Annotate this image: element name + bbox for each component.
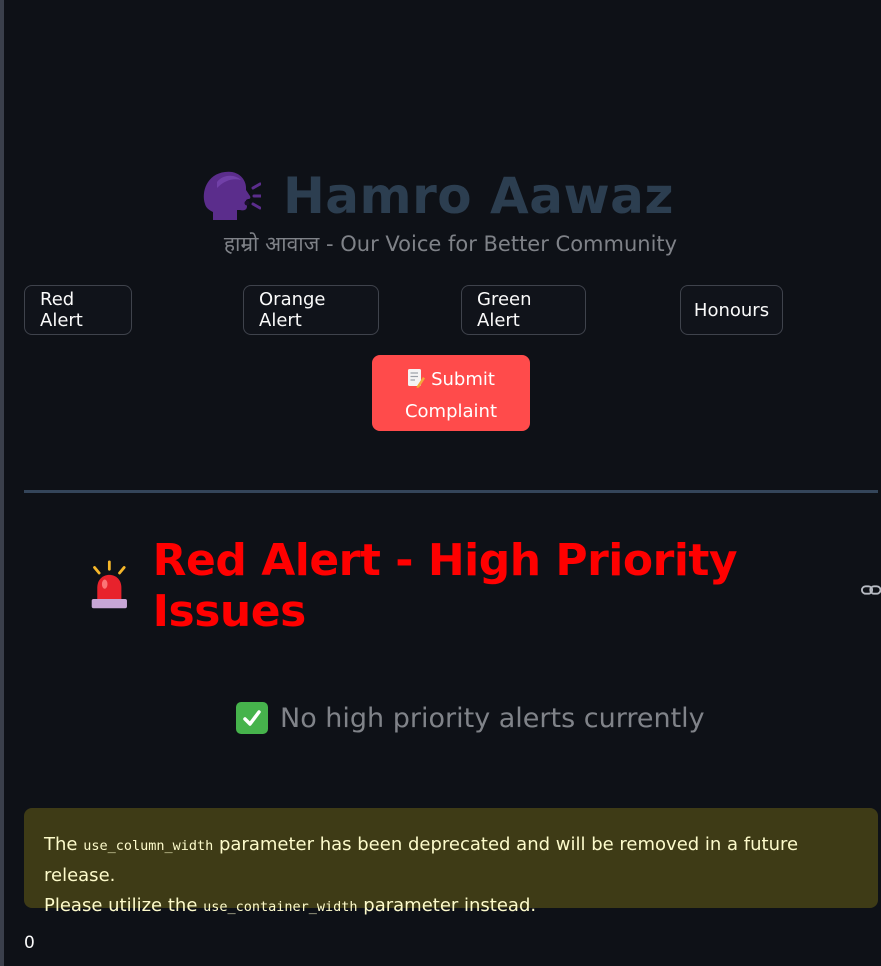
- app-header: Hamro Aawaz: [0, 160, 881, 232]
- orange-alert-button[interactable]: Orange Alert: [243, 285, 379, 335]
- submit-label-line1: Submit: [431, 369, 495, 390]
- warning-code-1: use_column_width: [83, 838, 214, 854]
- warning-code-2: use_container_width: [203, 899, 358, 915]
- document-pencil-icon: [408, 369, 426, 388]
- siren-icon: [91, 560, 127, 609]
- speaking-head-icon: [203, 171, 261, 220]
- app-page: Hamro Aawaz हाम्रो आवाज - Our Voice for …: [0, 0, 881, 966]
- submit-complaint-button[interactable]: Submit Complaint: [372, 355, 530, 431]
- warning-text-3: Please utilize the: [44, 895, 204, 916]
- warning-text-4: parameter instead.: [357, 895, 537, 916]
- check-mark-icon: [236, 702, 268, 734]
- status-message: No high priority alerts currently: [236, 702, 705, 734]
- honours-button[interactable]: Honours: [680, 285, 783, 335]
- output-value: 0: [24, 933, 35, 953]
- app-subtitle: हाम्रो आवाज - Our Voice for Better Commu…: [223, 232, 678, 256]
- warning-text-1: The: [44, 834, 84, 855]
- section-header: Red Alert - High Priority Issues: [88, 535, 881, 637]
- green-alert-button[interactable]: Green Alert: [461, 285, 586, 335]
- section-divider: [24, 490, 878, 493]
- link-icon[interactable]: [860, 583, 881, 597]
- section-heading: Red Alert - High Priority Issues: [152, 535, 738, 637]
- red-alert-button[interactable]: Red Alert: [24, 285, 132, 335]
- deprecation-warning: The use_column_width parameter has been …: [24, 808, 878, 916]
- submit-label-line2: Complaint: [404, 401, 498, 422]
- app-title: Hamro Aawaz: [282, 167, 675, 225]
- sidebar-edge: [0, 0, 4, 966]
- status-text: No high priority alerts currently: [280, 702, 705, 734]
